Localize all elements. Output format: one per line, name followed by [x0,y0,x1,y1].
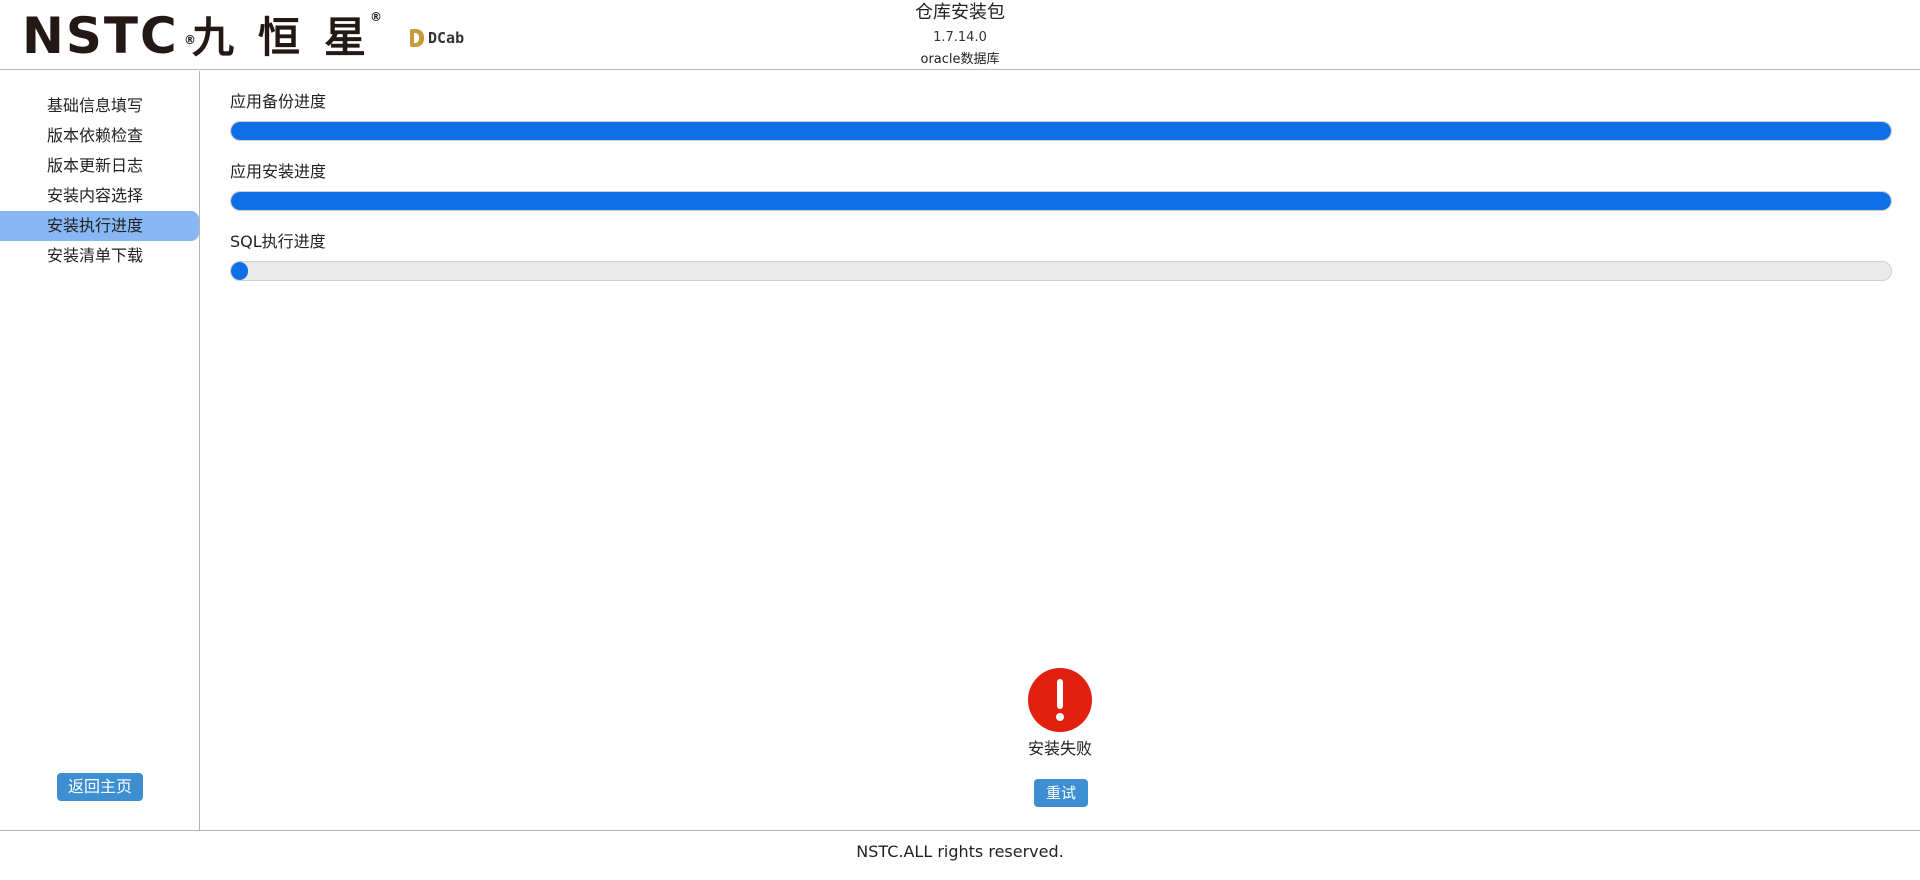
nav-item-basic-info[interactable]: 基础信息填写 [0,91,200,121]
error-icon [1028,668,1092,732]
sql-progress-fill [231,262,248,280]
header-info: 仓库安装包 1.7.14.0 oracle数据库 [860,0,1060,70]
backup-progress-label: 应用备份进度 [230,92,327,111]
copyright-text: NSTC.ALL rights reserved. [856,842,1064,861]
backup-progress-fill [231,122,1891,140]
registered-mark-cn: ® [370,10,382,24]
sql-progress-label: SQL执行进度 [230,232,326,251]
jiuhengxing-logo: 九恒星 [192,13,391,62]
nav-item-manifest-download[interactable]: 安装清单下载 [0,241,200,271]
status-message: 安装失败 [1027,739,1092,758]
version-label: 1.7.14.0 [933,30,987,45]
dcab-icon [410,29,424,47]
footer: NSTC.ALL rights reserved. [0,830,1920,880]
database-label: oracle数据库 [920,52,1000,67]
nstc-logo-text: NSTC [22,7,179,65]
install-progress-label: 应用安装进度 [230,162,327,181]
back-home-button[interactable]: 返回主页 [57,773,143,801]
dcab-logo: DCab [410,28,464,48]
page-title: 仓库安装包 [915,2,1005,23]
backup-progress-bar [230,121,1892,141]
dcab-logo-text: DCab [428,29,465,47]
backup-progress-section: 应用备份进度 [230,91,1892,141]
step-nav: 基础信息填写 版本依赖检查 版本更新日志 安装内容选择 安装执行进度 安装清单下… [0,91,200,271]
sql-progress-section: SQL执行进度 [230,231,1892,281]
nstc-logo: NSTC ® [22,7,196,65]
sql-progress-bar [230,261,1892,281]
install-progress-bar [230,191,1892,211]
sidebar: 基础信息填写 版本依赖检查 版本更新日志 安装内容选择 安装执行进度 安装清单下… [0,71,200,831]
nav-item-changelog[interactable]: 版本更新日志 [0,151,200,181]
app-header: NSTC ® 九恒星 ® DCab 仓库安装包 1.7.14.0 oracle数据… [0,0,1920,70]
nav-item-dependency-check[interactable]: 版本依赖检查 [0,121,200,151]
install-progress-section: 应用安装进度 [230,161,1892,211]
nav-item-content-selection[interactable]: 安装内容选择 [0,181,200,211]
main-content: 应用备份进度 应用安装进度 SQL执行进度 安装失败 重试 [201,71,1920,831]
nav-item-install-progress[interactable]: 安装执行进度 [0,211,199,241]
retry-button[interactable]: 重试 [1034,779,1088,807]
install-progress-fill [231,192,1891,210]
